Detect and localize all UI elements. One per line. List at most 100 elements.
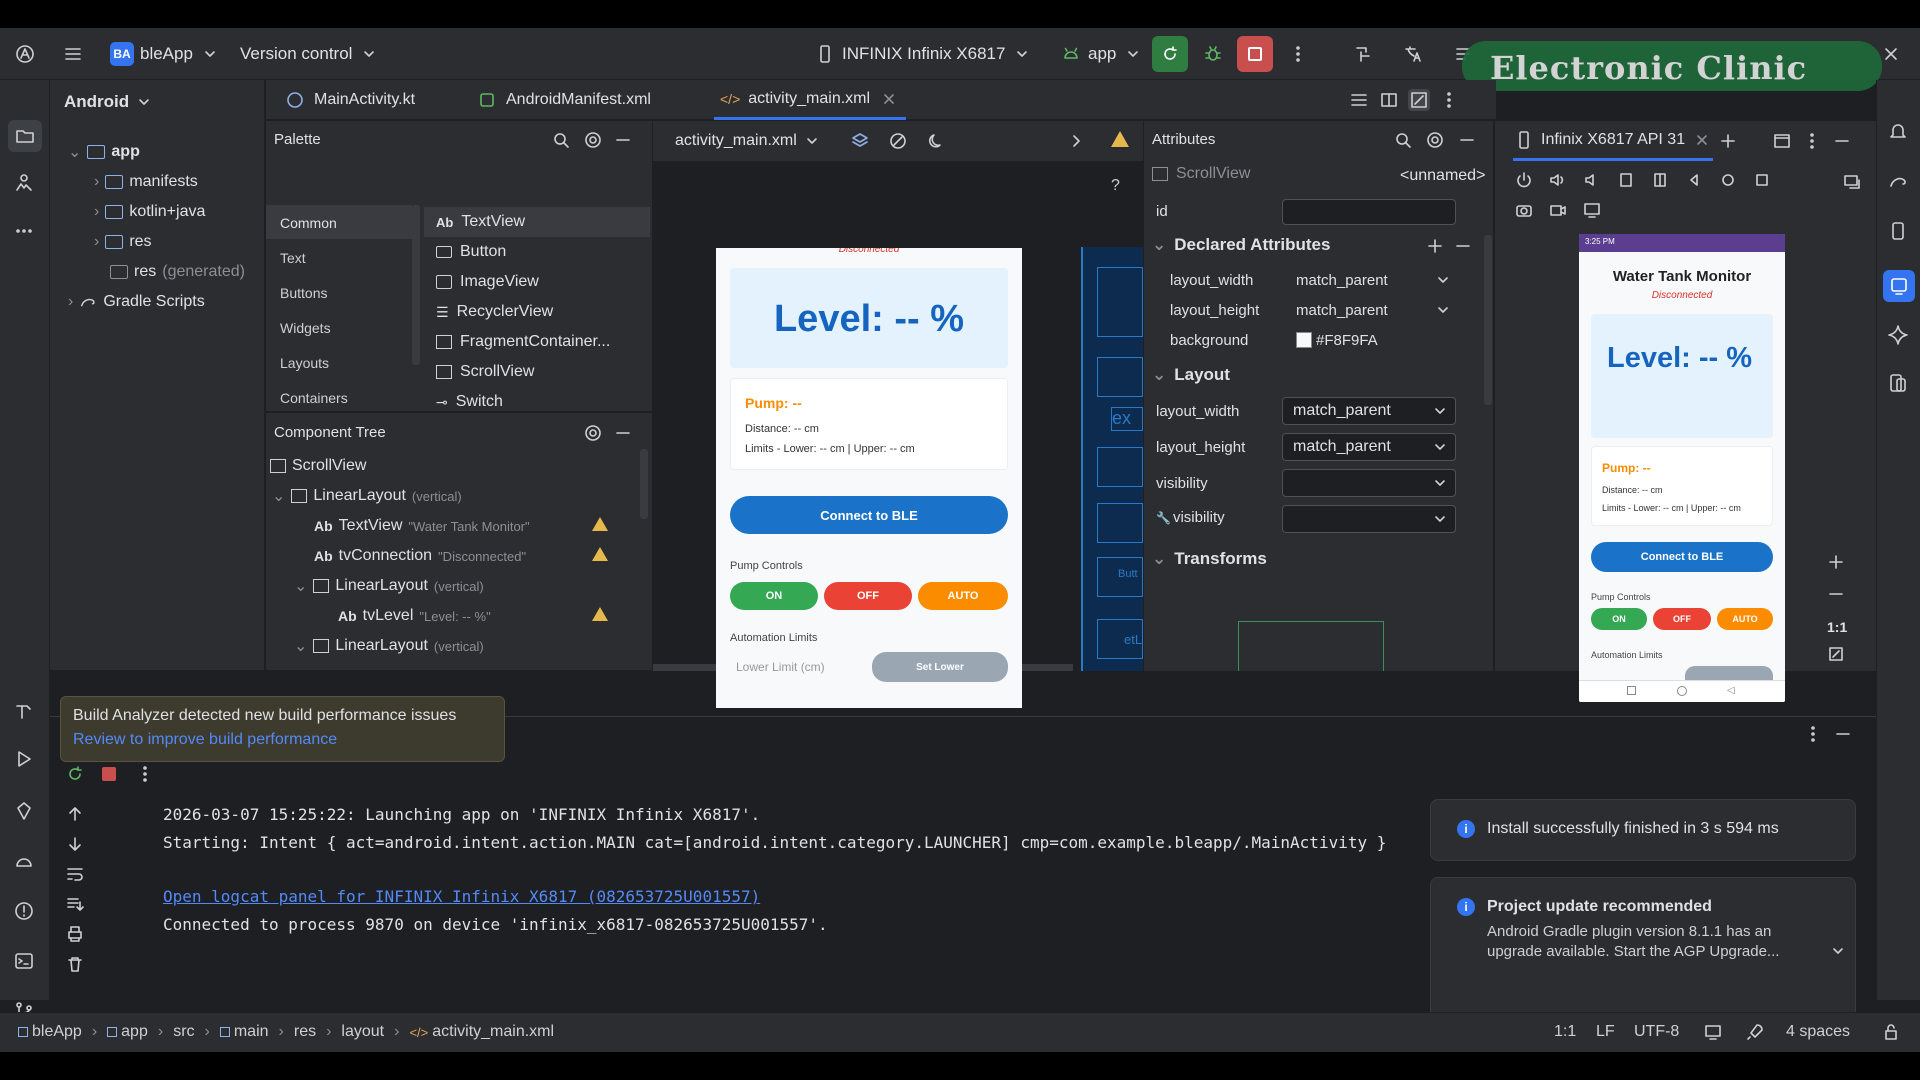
project-folder-icon[interactable] xyxy=(8,120,42,152)
fit-screen-icon[interactable] xyxy=(1825,643,1847,665)
warning-icon[interactable] xyxy=(592,547,608,561)
terminal-icon[interactable] xyxy=(13,950,37,974)
set-lower-button-partial[interactable] xyxy=(1685,666,1773,680)
build-hammer-icon[interactable] xyxy=(13,700,37,724)
tree-item-res-generated[interactable]: res (generated) xyxy=(110,258,245,286)
device-selector[interactable]: INFINIX Infinix X6817 xyxy=(806,37,1041,71)
tree-scrollbar[interactable] xyxy=(640,449,648,519)
tree-node-linearlayout-3[interactable]: ⌄ LinearLayout (vertical) xyxy=(294,633,484,659)
volume-up-icon[interactable] xyxy=(1547,169,1569,191)
palette-item-fragmentcontainer[interactable]: FragmentContainer... xyxy=(436,333,610,351)
vcs-selector[interactable]: Version control xyxy=(232,37,388,71)
layout-width-select[interactable]: match_parent xyxy=(1282,397,1456,425)
palette-item-textview[interactable]: Ab TextView xyxy=(436,213,525,231)
attributes-scrollbar[interactable] xyxy=(1484,235,1492,405)
search-icon[interactable] xyxy=(1392,129,1414,151)
back-icon[interactable] xyxy=(1683,169,1705,191)
palette-category-buttons[interactable]: Buttons xyxy=(280,285,327,301)
run-tool-icon[interactable] xyxy=(13,748,37,772)
breadcrumb-item[interactable]: main xyxy=(219,1023,269,1041)
pump-on-button[interactable]: ON xyxy=(730,582,818,610)
gem-icon[interactable] xyxy=(13,800,37,824)
overview-nav-icon[interactable] xyxy=(1627,686,1636,695)
pump-off-button[interactable]: OFF xyxy=(824,582,912,610)
connect-ble-button[interactable]: Connect to BLE xyxy=(1591,542,1773,572)
readonly-toggle-icon[interactable] xyxy=(1702,1021,1724,1043)
close-window-icon[interactable] xyxy=(1880,43,1902,65)
resource-manager-icon[interactable] xyxy=(13,172,37,196)
scroll-to-end-icon[interactable] xyxy=(64,893,86,915)
split-view-icon[interactable] xyxy=(1378,89,1400,111)
pump-off-button[interactable]: OFF xyxy=(1653,608,1711,630)
debug-icon[interactable] xyxy=(1202,43,1224,65)
zoom-out-icon[interactable] xyxy=(1825,583,1847,605)
breadcrumb-item[interactable]: </> activity_main.xml xyxy=(409,1023,554,1041)
device-tab[interactable]: Infinix X6817 API 31 xyxy=(1513,121,1714,161)
more-vertical-icon[interactable] xyxy=(134,763,156,785)
tree-node-tvlevel[interactable]: Ab tvLevel "Level: -- %" xyxy=(338,603,491,629)
help-icon[interactable]: ? xyxy=(1111,177,1120,195)
tree-node-linearlayout[interactable]: ⌄ LinearLayout (vertical) xyxy=(272,483,462,509)
connect-ble-button[interactable]: Connect to BLE xyxy=(730,496,1008,534)
notifications-icon[interactable] xyxy=(1887,120,1911,144)
tree-item-res[interactable]: › res xyxy=(94,228,152,256)
tree-node-textview[interactable]: Ab TextView "Water Tank Monitor" xyxy=(314,513,530,539)
add-device-icon[interactable] xyxy=(1717,130,1739,152)
lock-icon[interactable] xyxy=(1880,1021,1902,1043)
indent-setting[interactable]: 4 spaces xyxy=(1786,1023,1850,1041)
rerun-icon[interactable] xyxy=(64,763,86,785)
lower-limit-input[interactable]: Lower Limit (cm) xyxy=(736,660,825,674)
breadcrumb-item[interactable]: bleApp xyxy=(18,1023,82,1041)
more-vertical-icon[interactable] xyxy=(1802,723,1824,745)
color-swatch[interactable] xyxy=(1296,332,1312,348)
minimize-icon[interactable] xyxy=(612,129,634,151)
main-menu-icon[interactable] xyxy=(62,43,84,65)
power-icon[interactable] xyxy=(1513,169,1535,191)
problems-icon[interactable] xyxy=(13,900,37,924)
mirror-icon[interactable] xyxy=(1841,171,1863,193)
rotate-right-icon[interactable] xyxy=(1649,169,1671,191)
tab-mainactivity[interactable]: MainActivity.kt xyxy=(284,80,415,120)
tree-item-kotlin-java[interactable]: › kotlin+java xyxy=(94,198,205,226)
tree-item-gradle-scripts[interactable]: › Gradle Scripts xyxy=(68,288,205,316)
palette-item-button[interactable]: Button xyxy=(436,243,506,261)
more-tools-icon[interactable] xyxy=(13,220,37,244)
print-icon[interactable] xyxy=(64,923,86,945)
close-tab-icon[interactable] xyxy=(878,88,900,110)
layout-preview[interactable]: Disconnected Level: -- % Pump: -- Distan… xyxy=(716,248,1022,708)
stop-icon[interactable] xyxy=(102,767,116,781)
file-encoding[interactable]: UTF-8 xyxy=(1634,1023,1679,1041)
palette-item-recyclerview[interactable]: ☰ RecyclerView xyxy=(436,303,553,321)
volume-down-icon[interactable] xyxy=(1581,169,1603,191)
device-manager-icon[interactable] xyxy=(1887,372,1911,396)
gear-icon[interactable] xyxy=(582,422,604,444)
window-icon[interactable] xyxy=(1771,130,1793,152)
screen-record-icon[interactable] xyxy=(1547,199,1569,221)
device-file-explorer-icon[interactable] xyxy=(1887,220,1911,244)
tab-activity-main[interactable]: </> activity_main.xml xyxy=(714,80,907,120)
gemini-icon[interactable] xyxy=(1887,324,1911,348)
caret-position[interactable]: 1:1 xyxy=(1554,1023,1576,1041)
soft-wrap-icon[interactable] xyxy=(64,863,86,885)
pump-auto-button[interactable]: AUTO xyxy=(918,582,1008,610)
warning-icon[interactable] xyxy=(1111,131,1129,147)
night-mode-icon[interactable] xyxy=(925,130,947,152)
close-tab-icon[interactable] xyxy=(1691,129,1713,151)
tree-item-app[interactable]: ⌄ app xyxy=(68,138,140,166)
id-input[interactable] xyxy=(1282,199,1456,225)
app-inspection-icon[interactable] xyxy=(13,850,37,874)
tree-node-tvconnection[interactable]: Ab tvConnection "Disconnected" xyxy=(314,543,526,569)
search-icon[interactable] xyxy=(550,129,572,151)
trash-icon[interactable] xyxy=(64,953,86,975)
palette-scrollbar[interactable] xyxy=(412,205,420,365)
screenshot-icon[interactable] xyxy=(1513,199,1535,221)
declared-background-row[interactable]: background #F8F9FA xyxy=(1170,325,1490,355)
palette-category-layouts[interactable]: Layouts xyxy=(280,355,329,371)
set-lower-button[interactable]: Set Lower xyxy=(872,652,1008,682)
layers-icon[interactable] xyxy=(849,130,871,152)
gear-icon[interactable] xyxy=(1424,129,1446,151)
tree-node-scrollview[interactable]: ScrollView xyxy=(270,453,366,479)
arrow-down-icon[interactable] xyxy=(64,833,86,855)
translate-icon[interactable] xyxy=(1402,43,1424,65)
line-separator[interactable]: LF xyxy=(1596,1023,1615,1041)
